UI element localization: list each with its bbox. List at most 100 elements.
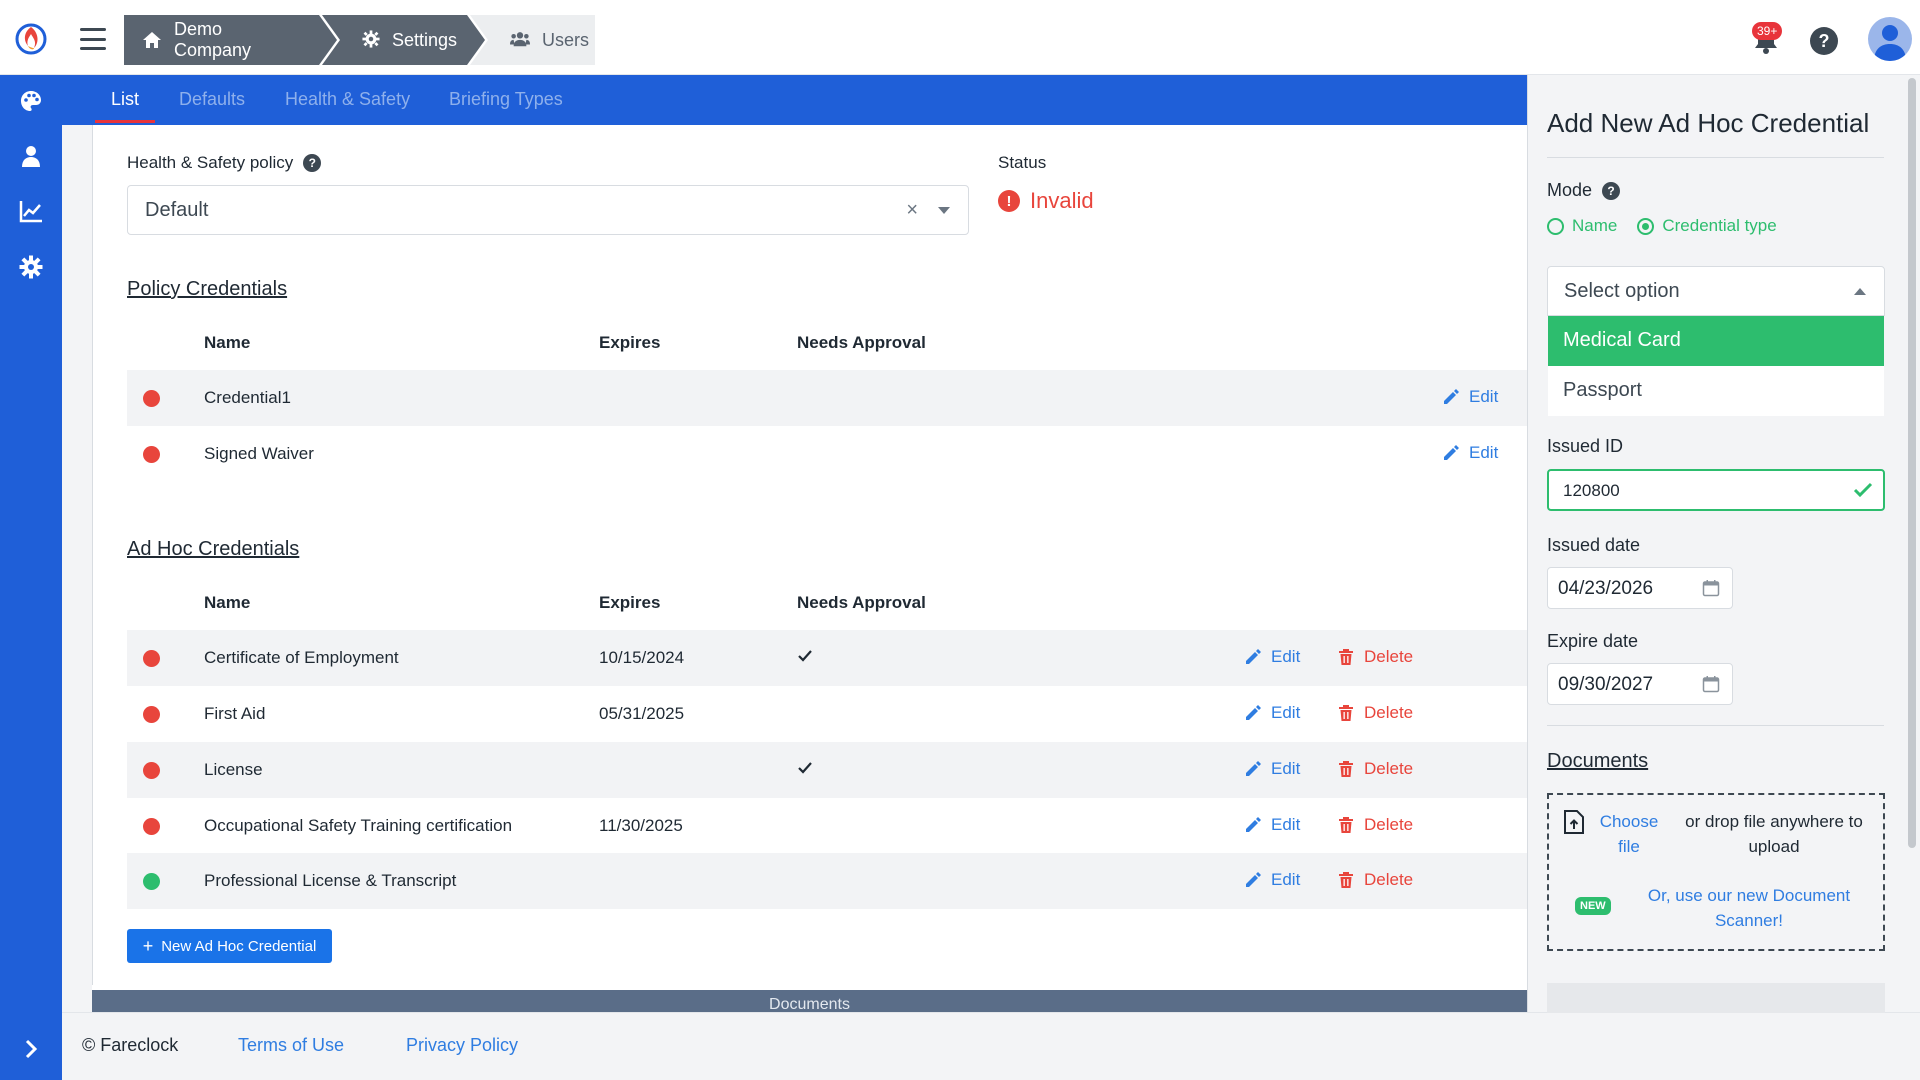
- status-label: Status: [998, 153, 1047, 172]
- users-icon: [510, 30, 530, 50]
- menu-hamburger-icon[interactable]: [80, 28, 106, 50]
- radio-circle[interactable]: [1547, 217, 1564, 235]
- credential-name: Occupational Safety Training certificati…: [204, 816, 513, 835]
- issued-date-input[interactable]: 04/23/2026: [1547, 567, 1733, 609]
- trash-icon: [1339, 649, 1353, 665]
- breadcrumb-settings[interactable]: Settings: [322, 15, 485, 65]
- mode-radio-group: Name Credential type: [1547, 216, 1777, 236]
- column-header-expires: Expires: [599, 333, 661, 352]
- issued-id-label: Issued ID: [1547, 436, 1624, 456]
- mode-radio-credential-type[interactable]: Credential type: [1637, 216, 1777, 236]
- mode-radio-name[interactable]: Name: [1547, 216, 1617, 236]
- status-dot: [143, 390, 160, 407]
- edit-button[interactable]: Edit: [1244, 647, 1300, 667]
- copyright-text: © Fareclock: [82, 1035, 179, 1055]
- question-icon[interactable]: ?: [1602, 181, 1621, 200]
- dropdown-option-medical-card[interactable]: Medical Card: [1548, 316, 1884, 366]
- edit-button[interactable]: Edit: [1442, 443, 1498, 463]
- help-icon[interactable]: ?: [1810, 27, 1838, 55]
- palette-icon[interactable]: [19, 89, 43, 113]
- column-header-needs-approval: Needs Approval: [797, 593, 926, 612]
- edit-label: Edit: [1469, 443, 1499, 462]
- pencil-icon: [1246, 872, 1261, 887]
- chart-line-icon[interactable]: [19, 199, 43, 223]
- pencil-icon: [1246, 817, 1261, 832]
- tab-defaults[interactable]: Defaults: [179, 89, 245, 110]
- settings-gear-icon[interactable]: [19, 255, 43, 279]
- tab-health-safety[interactable]: Health & Safety: [285, 89, 410, 110]
- edit-label: Edit: [1271, 647, 1301, 666]
- chevron-down-icon[interactable]: [938, 207, 950, 214]
- calendar-icon[interactable]: [1702, 675, 1720, 693]
- status-dot: [143, 706, 160, 723]
- panel-scrollbar[interactable]: [1908, 78, 1916, 848]
- gear-icon: [362, 30, 380, 50]
- plus-icon: +: [142, 936, 154, 956]
- issued-id-value: 120800: [1563, 481, 1620, 500]
- expire-date-input[interactable]: 09/30/2027: [1547, 663, 1733, 705]
- edit-label: Edit: [1271, 870, 1301, 889]
- documents-section-header: Documents: [92, 990, 1527, 1012]
- question-icon[interactable]: ?: [303, 154, 322, 172]
- trash-icon: [1339, 705, 1353, 721]
- breadcrumb-users[interactable]: Users: [470, 15, 595, 65]
- issued-date-label: Issued date: [1547, 535, 1641, 555]
- edit-button[interactable]: Edit: [1244, 815, 1300, 835]
- dropdown-option-passport[interactable]: Passport: [1548, 366, 1884, 416]
- left-nav: [0, 75, 62, 1080]
- status-dot: [143, 650, 160, 667]
- content-gutter: [62, 125, 92, 1015]
- user-icon[interactable]: [19, 144, 43, 168]
- radio-circle[interactable]: [1637, 217, 1655, 235]
- breadcrumb-demo-company[interactable]: Demo Company: [124, 15, 337, 65]
- tab-bar: List Defaults Health & Safety Briefing T…: [62, 75, 1527, 125]
- credential-name: Certificate of Employment: [204, 648, 399, 667]
- issued-id-input[interactable]: 120800: [1547, 469, 1885, 511]
- delete-button[interactable]: Delete: [1337, 647, 1413, 667]
- table-row: First Aid 05/31/2025 Edit Delete: [127, 686, 1527, 742]
- document-scanner-link[interactable]: Or, use our new Document Scanner!: [1629, 883, 1869, 933]
- edit-label: Edit: [1469, 387, 1499, 406]
- delete-label: Delete: [1364, 647, 1414, 666]
- breadcrumb-label: Settings: [392, 29, 458, 50]
- edit-button[interactable]: Edit: [1244, 703, 1300, 723]
- edit-button[interactable]: Edit: [1442, 387, 1498, 407]
- edit-button[interactable]: Edit: [1244, 759, 1300, 779]
- clear-icon[interactable]: ×: [906, 199, 918, 222]
- trash-icon: [1339, 761, 1353, 777]
- policy-select[interactable]: Default ×: [127, 185, 969, 235]
- credential-type-select[interactable]: Select option: [1547, 266, 1885, 316]
- tab-list[interactable]: List: [94, 89, 156, 123]
- table-row: Credential1 Edit: [127, 370, 1527, 426]
- breadcrumb-label: Demo Company: [174, 19, 252, 60]
- policy-credentials-title: Policy Credentials: [127, 278, 288, 300]
- privacy-link[interactable]: Privacy Policy: [406, 1035, 518, 1056]
- credential-name: Signed Waiver: [204, 444, 314, 463]
- adhoc-credentials-header: Name Expires Needs Approval: [127, 583, 1527, 623]
- top-bar: Demo Company Settings Users 39+ ?: [0, 0, 1920, 75]
- mode-label: Mode ?: [1547, 180, 1621, 201]
- panel-title: Add New Ad Hoc Credential: [1547, 108, 1870, 138]
- delete-label: Delete: [1364, 815, 1414, 834]
- credential-name: Professional License & Transcript: [204, 871, 457, 890]
- edit-button[interactable]: Edit: [1244, 870, 1300, 890]
- policy-select-value: Default: [145, 198, 209, 221]
- delete-button[interactable]: Delete: [1337, 870, 1413, 890]
- calendar-icon[interactable]: [1702, 579, 1720, 597]
- status-dot: [143, 873, 160, 890]
- policy-label: Health & Safety policy ?: [127, 153, 322, 173]
- delete-button[interactable]: Delete: [1337, 703, 1413, 723]
- app-logo[interactable]: [14, 22, 48, 56]
- column-header-name: Name: [204, 333, 251, 352]
- delete-button[interactable]: Delete: [1337, 759, 1413, 779]
- terms-link[interactable]: Terms of Use: [238, 1035, 344, 1056]
- choose-file-link[interactable]: Choose file: [1589, 809, 1669, 859]
- delete-button[interactable]: Delete: [1337, 815, 1413, 835]
- chevron-right-icon[interactable]: [20, 1038, 42, 1060]
- avatar[interactable]: [1868, 17, 1912, 61]
- error-icon: !: [998, 190, 1020, 212]
- new-adhoc-credential-button[interactable]: + New Ad Hoc Credential: [127, 929, 332, 963]
- status-dot: [143, 762, 160, 779]
- file-dropzone[interactable]: Choose file or drop file anywhere to upl…: [1547, 793, 1885, 951]
- tab-briefing-types[interactable]: Briefing Types: [449, 89, 563, 110]
